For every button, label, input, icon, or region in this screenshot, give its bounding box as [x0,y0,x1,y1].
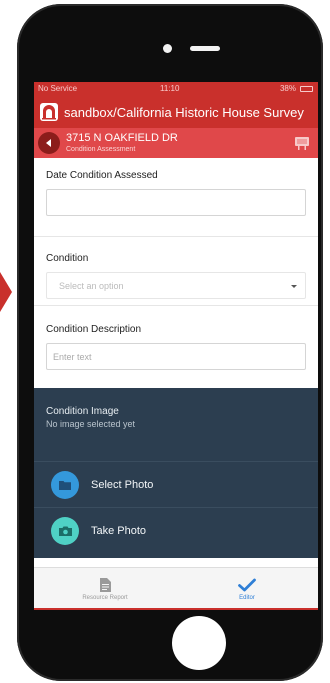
status-bar: No Service 11:10 38% [34,82,318,96]
select-photo-label: Select Photo [91,478,154,491]
front-camera [163,44,172,53]
image-info: Condition Image No image selected yet [34,388,318,461]
home-button[interactable] [172,616,226,670]
arch-logo-icon [40,103,58,121]
condition-select[interactable]: Select an option [46,272,306,299]
tab-label-editor: Editor [239,594,255,601]
condition-placeholder: Select an option [59,281,124,291]
battery-icon [300,86,313,92]
caret-down-icon [291,285,297,288]
description-field-section: Condition Description Enter text [34,306,318,388]
bottom-accent-strip [34,608,318,610]
app-screen: No Service 11:10 38% sandbox/California … [34,82,318,610]
select-photo-button[interactable]: Select Photo [34,461,318,507]
earpiece-speaker [190,46,220,51]
tab-resource-report[interactable]: Resource Report [34,568,176,610]
tab-label-resource-report: Resource Report [82,594,128,601]
description-label: Condition Description [46,324,142,335]
back-arrow-icon [46,139,51,147]
date-field-section: Date Condition Assessed [34,158,318,236]
clock-text: 11:10 [160,84,180,93]
bottom-tab-bar: Resource Report Editor [34,567,318,610]
condition-field-section: Condition Select an option [34,237,318,305]
app-header: sandbox/California Historic House Survey [34,96,318,128]
app-title: sandbox/California Historic House Survey [64,104,304,120]
take-photo-label: Take Photo [91,524,147,537]
record-title: 3715 N OAKFIELD DR [66,132,178,144]
image-title: Condition Image [46,406,119,417]
image-status: No image selected yet [46,419,136,429]
record-heading: 3715 N OAKFIELD DR Condition Assessment [66,132,178,154]
back-button[interactable] [38,132,60,154]
tab-editor[interactable]: Editor [176,568,318,610]
battery-percent: 38% [279,84,296,93]
take-photo-button[interactable]: Take Photo [34,507,318,553]
image-panel: Condition Image No image selected yet Se… [34,388,318,558]
record-bar: 3715 N OAKFIELD DR Condition Assessment [34,128,318,158]
document-icon [99,577,111,592]
folder-icon [51,470,79,499]
record-subtitle: Condition Assessment [66,146,136,153]
description-input[interactable]: Enter text [46,343,306,370]
condition-label: Condition [46,253,89,264]
date-input[interactable] [46,189,306,216]
board-icon[interactable] [294,135,310,156]
camera-icon [51,516,79,545]
side-pointer-arrow [0,272,12,312]
carrier-text: No Service [38,84,78,93]
date-label: Date Condition Assessed [46,170,158,181]
checkmark-icon [238,578,256,591]
